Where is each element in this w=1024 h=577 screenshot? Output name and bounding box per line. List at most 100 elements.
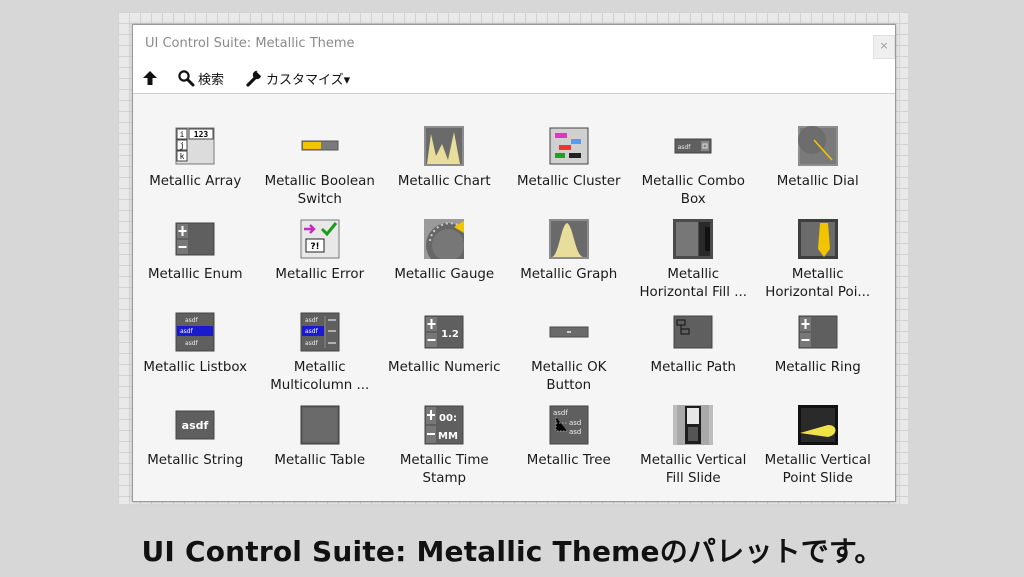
palette-item-label: Metallic Enum [147,267,243,282]
path-icon [673,312,713,352]
svg-text:00:: 00: [439,413,457,424]
caption-text: UI Control Suite: Metallic Themeのパレットです。 [141,535,883,568]
svg-text:1.2: 1.2 [441,329,459,340]
palette-item-boolean-switch[interactable]: Metallic Boolean Switch [258,124,383,217]
svg-text:i: i [180,130,185,139]
search-icon [177,69,195,87]
palette-item-time-stamp[interactable]: 00: MM Metallic Time Stamp [382,403,507,496]
svg-text:?!: ?! [310,242,319,252]
palette-item-multicolumn-listbox[interactable]: asdf asdf asdf Metallic Multicolumn ... [258,310,383,403]
title-bar[interactable]: UI Control Suite: Metallic Theme × [133,25,895,63]
palette-item-ring[interactable]: Metallic Ring [756,310,881,403]
palette-item-label: Metallic Listbox [143,360,248,375]
palette-item-enum[interactable]: Metallic Enum [133,217,258,310]
palette-item-label: Metallic Table [274,453,366,468]
palette-item-vertical-fill-slide[interactable]: Metallic Vertical Fill Slide [631,403,756,496]
palette-item-cluster[interactable]: Metallic Cluster [507,124,632,217]
palette-item-gauge[interactable]: Metallic Gauge [382,217,507,310]
graph-icon [548,219,589,259]
svg-text:asdf: asdf [678,144,692,151]
table-icon [300,405,340,445]
palette-item-listbox[interactable]: asdf asdf asdf Metallic Listbox [133,310,258,403]
cluster-icon [549,126,589,166]
palette-item-label: Metallic Vertical Point Slide [764,453,871,486]
close-button[interactable]: × [873,35,895,59]
svg-text:asdf: asdf [305,340,319,347]
palette-grid: i j k 123 Metallic Array Metallic Boolean S… [133,124,880,496]
palette-item-label: Metallic Horizontal Fill ... [639,267,748,300]
dial-icon [797,126,838,166]
ring-icon [798,312,838,352]
svg-text:MM: MM [438,431,458,442]
time-stamp-icon: 00: MM [424,405,464,445]
svg-text:k: k [180,152,185,161]
palette-item-label: Metallic Time Stamp [399,453,489,486]
svg-text:asd: asd [569,419,581,427]
palette-item-label: Metallic Array [149,174,242,189]
svg-text:asd: asd [569,428,581,436]
palette-item-horizontal-fill-slide[interactable]: Metallic Horizontal Fill ... [631,217,756,310]
palette-item-label: Metallic Tree [526,453,611,468]
svg-text:123: 123 [194,130,209,139]
palette-item-label: Metallic String [147,453,244,468]
palette-item-ok-button[interactable]: Metallic OK Button [507,310,632,403]
search-button[interactable]: 検索 [177,68,224,88]
svg-text:asdf: asdf [305,317,319,324]
palette-item-vertical-pointer-slide[interactable]: Metallic Vertical Point Slide [756,403,881,496]
palette-item-array[interactable]: i j k 123 Metallic Array [133,124,258,217]
palette-item-graph[interactable]: Metallic Graph [507,217,632,310]
up-button[interactable] [141,68,159,88]
wrench-icon [245,69,263,87]
ok-button-icon [549,312,589,352]
chart-icon [424,126,464,166]
string-icon: asdf [175,405,215,445]
palette-item-label: Metallic Combo Box [641,174,745,207]
svg-text:asdf: asdf [185,340,199,347]
gauge-icon [424,219,464,259]
palette-item-label: Metallic OK Button [531,360,607,393]
palette-content: i j k 123 Metallic Array Metallic Boolean S… [133,94,895,501]
horizontal-fill-slide-icon [673,219,713,259]
palette-item-string[interactable]: asdf Metallic String [133,403,258,496]
window-title: UI Control Suite: Metallic Theme [145,36,355,51]
vertical-pointer-slide-icon [797,405,838,445]
palette-item-label: Metallic Path [650,360,736,375]
palette-item-label: Metallic Horizontal Poi... [765,267,871,300]
palette-item-table[interactable]: Metallic Table [258,403,383,496]
palette-item-dial[interactable]: Metallic Dial [756,124,881,217]
horizontal-pointer-slide-icon [797,219,838,259]
svg-text:asdf: asdf [553,409,568,417]
svg-text:asdf: asdf [180,328,194,335]
palette-item-path[interactable]: Metallic Path [631,310,756,403]
boolean-switch-icon [300,126,340,166]
customize-menu[interactable]: カスタマイズ▾ [245,68,350,88]
numeric-icon: 1.2 [424,312,464,352]
palette-item-label: Metallic Ring [774,360,861,375]
palette-item-tree[interactable]: asdf asd asd Metallic Tree [507,403,632,496]
palette-item-label: Metallic Vertical Fill Slide [640,453,747,486]
array-icon: i j k 123 [175,126,215,166]
svg-text:asdf: asdf [182,419,209,432]
tree-icon: asdf asd asd [549,405,589,445]
listbox-icon: asdf asdf asdf [175,312,215,352]
palette-toolbar: 検索 カスタマイズ▾ [133,63,895,94]
svg-text:asdf: asdf [185,317,199,324]
palette-item-label: Metallic Graph [520,267,618,282]
palette-item-label: Metallic Dial [776,174,859,189]
palette-item-chart[interactable]: Metallic Chart [382,124,507,217]
palette-item-error[interactable]: ?! Metallic Error [258,217,383,310]
palette-item-label: Metallic Cluster [516,174,621,189]
combo-box-icon: asdf [673,126,713,166]
palette-item-combo-box[interactable]: asdf Metallic Combo Box [631,124,756,217]
controls-palette-window[interactable]: UI Control Suite: Metallic Theme × 検索 カス… [132,24,896,502]
palette-item-horizontal-pointer-slide[interactable]: Metallic Horizontal Poi... [756,217,881,310]
multicolumn-listbox-icon: asdf asdf asdf [300,312,340,352]
up-arrow-icon [141,69,159,87]
palette-item-label: Metallic Error [275,267,365,282]
vertical-fill-slide-icon [673,405,713,445]
palette-item-numeric[interactable]: 1.2 Metallic Numeric [382,310,507,403]
search-label: 検索 [198,72,225,88]
palette-item-label: Metallic Boolean Switch [264,174,375,207]
error-icon: ?! [300,219,340,259]
palette-item-label: Metallic Multicolumn ... [270,360,370,393]
